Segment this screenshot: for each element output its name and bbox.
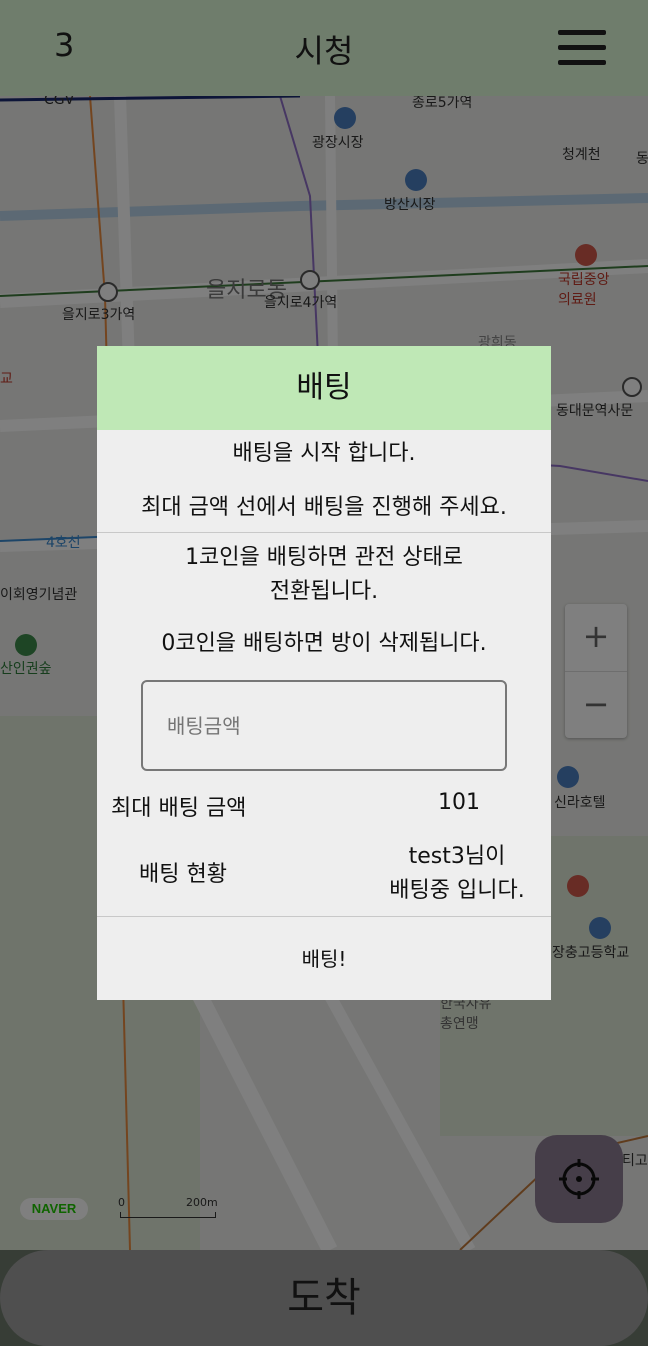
bet-status-value-line1: test3님이 — [408, 844, 506, 869]
dialog-title: 배팅 — [97, 346, 551, 430]
max-bet-value: 101 — [438, 790, 480, 815]
dialog-intro-line2: 최대 금액 선에서 배팅을 진행해 주세요. — [141, 495, 507, 520]
dialog-intro-line1: 배팅을 시작 합니다. — [232, 441, 416, 466]
dialog-info-line1b: 전환됩니다. — [269, 579, 379, 604]
hamburger-menu-icon[interactable] — [558, 30, 606, 66]
bet-submit-button[interactable]: 배팅! — [97, 918, 551, 1000]
betting-dialog: 배팅 배팅을 시작 합니다. 최대 금액 선에서 배팅을 진행해 주세요. 1코… — [97, 346, 551, 1000]
bet-status-label: 배팅 현황 — [139, 862, 227, 887]
arrive-button[interactable]: 도착 — [0, 1250, 648, 1346]
max-bet-label: 최대 배팅 금액 — [111, 796, 247, 821]
divider — [97, 916, 551, 917]
dialog-info-line2: 0코인을 배팅하면 방이 삭제됩니다. — [161, 631, 487, 656]
top-bar: 3 시청 — [0, 0, 648, 96]
divider — [97, 532, 551, 533]
bet-amount-input[interactable] — [141, 680, 507, 771]
bet-status-value-line2: 배팅중 입니다. — [389, 878, 525, 903]
dialog-info-line1: 1코인을 배팅하면 관전 상태로 — [185, 545, 463, 570]
page-title: 시청 — [294, 32, 354, 70]
